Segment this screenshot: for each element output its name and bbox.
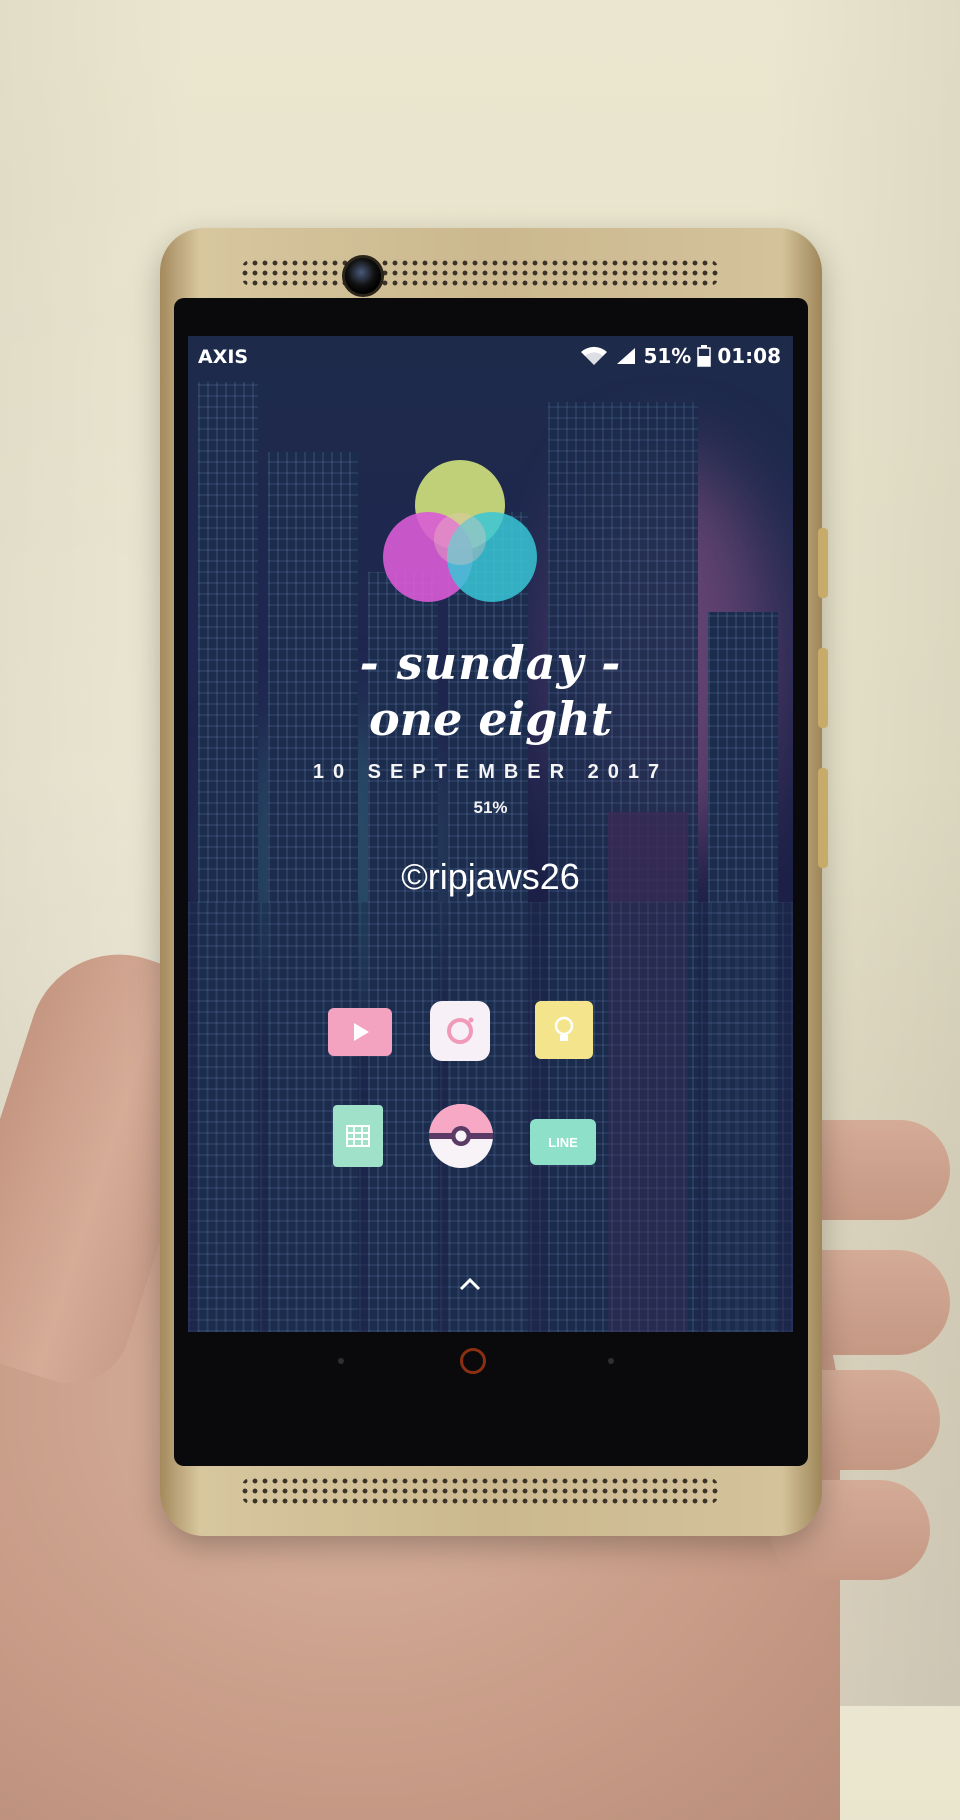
lightbulb-icon [554, 1016, 574, 1041]
date-label: 10 SEPTEMBER 2017 [312, 761, 669, 783]
spreadsheet-grid-icon [346, 1125, 370, 1147]
battery-percent: 51% [643, 344, 692, 368]
pokemon-go-app-icon[interactable] [428, 1103, 494, 1169]
time-in-words: one eight [368, 692, 612, 746]
pokeball-icon [429, 1104, 493, 1168]
volume-up-button [818, 528, 828, 598]
three-circles-logo-icon [383, 460, 537, 602]
wifi-icon [581, 346, 608, 365]
instagram-app-icon[interactable] [430, 1001, 490, 1061]
credit-label: ©ripjaws26 [401, 856, 580, 897]
top-speaker-grille [240, 258, 720, 288]
menu-key-dot[interactable] [608, 1358, 614, 1364]
youtube-app-icon[interactable] [328, 1008, 392, 1056]
widget-battery: 51% [473, 798, 508, 817]
power-button [818, 768, 828, 868]
line-app-icon[interactable]: LINE [530, 1119, 596, 1165]
bottom-speaker-grille [240, 1476, 720, 1506]
day-label: - sunday - [359, 636, 622, 690]
home-button[interactable] [460, 1348, 486, 1374]
signal-icon [617, 348, 636, 364]
smartphone: AXIS 51% 01:08 - sunday - one eight 10 S… [160, 228, 828, 1536]
keep-notes-app-icon[interactable] [535, 1001, 593, 1059]
camera-lens-icon [447, 1017, 474, 1044]
line-app-label: LINE [548, 1134, 578, 1150]
play-icon [354, 1023, 369, 1041]
sheets-app-icon[interactable] [333, 1105, 383, 1167]
chevron-up-icon[interactable] [458, 1276, 482, 1292]
carrier-label: AXIS [198, 346, 249, 368]
volume-down-button [818, 648, 828, 728]
back-key-dot[interactable] [338, 1358, 344, 1364]
home-screen: AXIS 51% 01:08 - sunday - one eight 10 S… [188, 336, 793, 1332]
front-camera [342, 255, 384, 297]
hardware-nav-bar [188, 1332, 793, 1392]
clock-time: 01:08 [717, 344, 781, 368]
battery-icon [697, 345, 712, 367]
status-bar: AXIS 51% 01:08 [188, 336, 793, 376]
